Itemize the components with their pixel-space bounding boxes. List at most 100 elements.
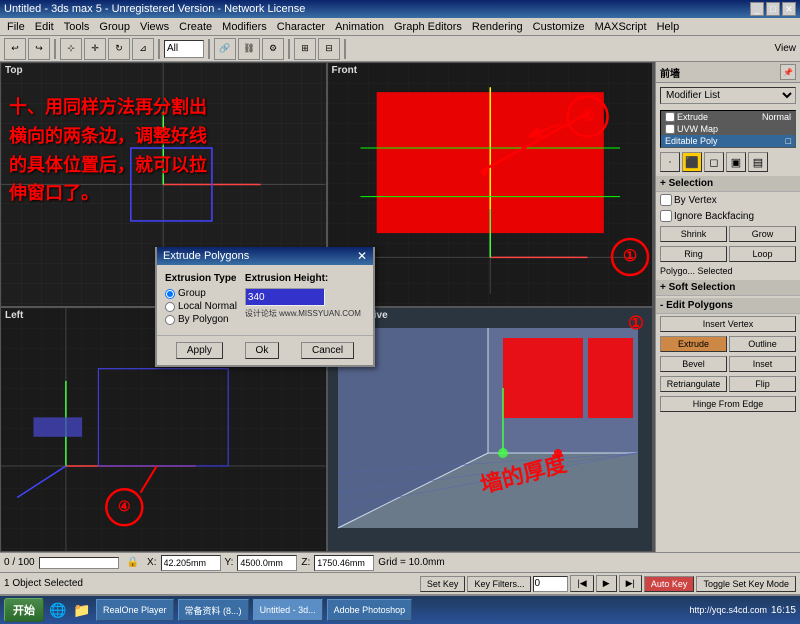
svg-text:④: ④ xyxy=(118,498,131,514)
height-input[interactable] xyxy=(245,288,325,306)
next-frame-btn[interactable]: ▶| xyxy=(619,575,642,592)
polygon-label: By Polygon xyxy=(178,314,229,325)
retriangulate-btn[interactable]: Retriangulate xyxy=(660,376,727,392)
undo-btn[interactable]: ↩ xyxy=(4,38,26,60)
taskbar-resources[interactable]: 常备资料 (8...) xyxy=(178,599,249,621)
extrude-poly-btn[interactable]: Extrude xyxy=(660,336,727,352)
edge-mode-btn[interactable]: ⬛ xyxy=(682,152,702,172)
play-btn[interactable]: ▶ xyxy=(596,575,617,592)
z-label: Z: xyxy=(301,557,310,568)
panel-name-label: 前墙 xyxy=(660,65,680,80)
auto-key-btn[interactable]: Auto Key xyxy=(644,576,695,592)
flip-btn[interactable]: Flip xyxy=(729,376,796,392)
element-mode-btn[interactable]: ▤ xyxy=(748,152,768,172)
radio-polygon-option[interactable] xyxy=(165,315,175,325)
cancel-btn[interactable]: Cancel xyxy=(301,342,354,359)
title-bar: Untitled - 3ds max 5 - Unregistered Vers… xyxy=(0,0,800,18)
unlink-btn[interactable]: ⛓ xyxy=(238,38,260,60)
uvwmap-label: UVW Map xyxy=(677,124,718,134)
hinge-from-edge-btn[interactable]: Hinge From Edge xyxy=(660,396,796,412)
modifier-list-dropdown[interactable]: Modifier List xyxy=(660,87,796,104)
menu-character[interactable]: Character xyxy=(272,20,330,34)
bind-btn[interactable]: ⚙ xyxy=(262,38,284,60)
menu-maxscript[interactable]: MAXScript xyxy=(590,20,652,34)
toggle-set-key-btn[interactable]: Toggle Set Key Mode xyxy=(696,576,796,592)
toolbar-separator-2 xyxy=(158,39,160,59)
by-vertex-checkbox[interactable] xyxy=(660,194,672,206)
z-coord-input[interactable] xyxy=(314,555,374,571)
taskbar-realplayer[interactable]: RealOne Player xyxy=(96,599,174,621)
menu-bar: File Edit Tools Group Views Create Modif… xyxy=(0,18,800,36)
taskbar-icon-folder[interactable]: 📁 xyxy=(72,600,92,620)
x-coord-input[interactable] xyxy=(161,555,221,571)
minimize-btn[interactable]: _ xyxy=(750,2,764,16)
menu-rendering[interactable]: Rendering xyxy=(467,20,528,34)
menu-tools[interactable]: Tools xyxy=(59,20,95,34)
radio-group-option[interactable] xyxy=(165,289,175,299)
link-btn[interactable]: 🔗 xyxy=(214,38,236,60)
border-mode-btn[interactable]: ◻ xyxy=(704,152,724,172)
normal-label: Normal xyxy=(762,112,791,122)
move-btn[interactable]: ✛ xyxy=(84,38,106,60)
ring-btn[interactable]: Ring xyxy=(660,246,727,262)
pin-btn[interactable]: 📌 xyxy=(780,64,796,80)
menu-file[interactable]: File xyxy=(2,20,30,34)
stack-item-uvwmap[interactable]: UVW Map xyxy=(661,123,795,135)
key-filters-btn[interactable]: Key Filters... xyxy=(467,576,531,592)
menu-animation[interactable]: Animation xyxy=(330,20,389,34)
align-btn[interactable]: ⊟ xyxy=(318,38,340,60)
taskbar-photoshop[interactable]: Adobe Photoshop xyxy=(327,599,413,621)
menu-help[interactable]: Help xyxy=(652,20,685,34)
menu-create[interactable]: Create xyxy=(174,20,217,34)
close-btn[interactable]: ✕ xyxy=(782,2,796,16)
time-input[interactable] xyxy=(533,576,568,592)
inset-btn[interactable]: Inset xyxy=(729,356,796,372)
menu-graph-editors[interactable]: Graph Editors xyxy=(389,20,467,34)
menu-edit[interactable]: Edit xyxy=(30,20,59,34)
menu-views[interactable]: Views xyxy=(135,20,174,34)
radio-polygon: By Polygon xyxy=(165,314,237,325)
stack-item-editable-poly[interactable]: Editable Poly □ xyxy=(661,135,795,147)
soft-selection-title: + Soft Selection xyxy=(656,280,800,296)
panel-icons: · ⬛ ◻ ▣ ▤ xyxy=(656,150,800,174)
polygon-mode-btn[interactable]: ▣ xyxy=(726,152,746,172)
menu-modifiers[interactable]: Modifiers xyxy=(217,20,272,34)
uvwmap-checkbox[interactable] xyxy=(665,124,675,134)
menu-group[interactable]: Group xyxy=(94,20,135,34)
ignore-backfacing-row: Ignore Backfacing xyxy=(656,208,800,224)
menu-customize[interactable]: Customize xyxy=(528,20,590,34)
mirror-btn[interactable]: ⊞ xyxy=(294,38,316,60)
extrude-dialog: Extrude Polygons ✕ Extrusion Type Group … xyxy=(155,247,375,367)
vertex-mode-btn[interactable]: · xyxy=(660,152,680,172)
radio-local-option[interactable] xyxy=(165,302,175,312)
panel-header-icons: 📌 xyxy=(780,64,796,80)
outline-btn[interactable]: Outline xyxy=(729,336,796,352)
start-btn[interactable]: 开始 xyxy=(4,598,44,622)
extrude-checkbox[interactable] xyxy=(665,112,675,122)
bevel-btn[interactable]: Bevel xyxy=(660,356,727,372)
set-key-btn[interactable]: Set Key xyxy=(420,576,466,592)
group-label: Group xyxy=(178,288,206,299)
ignore-backfacing-checkbox[interactable] xyxy=(660,210,672,222)
scale-btn[interactable]: ⊿ xyxy=(132,38,154,60)
select-btn[interactable]: ⊹ xyxy=(60,38,82,60)
insert-vertex-btn[interactable]: Insert Vertex xyxy=(660,316,796,332)
viewport-perspective[interactable]: Perspective xyxy=(327,307,654,552)
apply-btn[interactable]: Apply xyxy=(176,342,223,359)
rotate-btn[interactable]: ↻ xyxy=(108,38,130,60)
right-panel: 前墙 📌 Modifier List Extrude Normal UVW Ma… xyxy=(655,62,800,552)
viewport-front[interactable]: Front xyxy=(327,62,654,307)
stack-item-extrude[interactable]: Extrude Normal xyxy=(661,111,795,123)
maximize-btn[interactable]: □ xyxy=(766,2,780,16)
dialog-close-btn[interactable]: ✕ xyxy=(357,249,367,263)
selection-filter[interactable] xyxy=(164,40,204,58)
y-coord-input[interactable] xyxy=(237,555,297,571)
grow-btn[interactable]: Grow xyxy=(729,226,796,242)
loop-btn[interactable]: Loop xyxy=(729,246,796,262)
ok-btn[interactable]: Ok xyxy=(245,342,280,359)
taskbar-icon-ie[interactable]: 🌐 xyxy=(48,600,68,620)
shrink-btn[interactable]: Shrink xyxy=(660,226,727,242)
redo-btn[interactable]: ↪ xyxy=(28,38,50,60)
taskbar-3dsmax[interactable]: Untitled - 3d... xyxy=(253,599,323,621)
prev-frame-btn[interactable]: |◀ xyxy=(570,575,593,592)
